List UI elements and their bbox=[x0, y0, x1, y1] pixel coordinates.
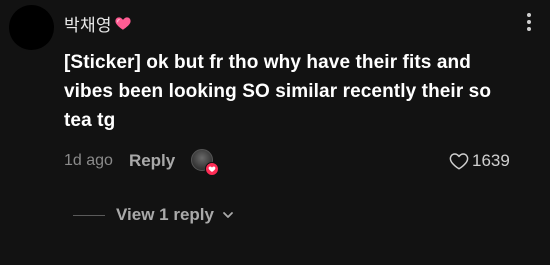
creator-heart-badge-icon bbox=[205, 162, 220, 176]
comment-text: [Sticker] ok but fr tho why have their f… bbox=[64, 52, 492, 131]
like-count: 1639 bbox=[472, 151, 510, 170]
comment-meta: 1d ago Reply bbox=[64, 148, 220, 176]
view-replies-button[interactable]: View 1 reply bbox=[73, 203, 234, 227]
more-dot-icon bbox=[527, 13, 531, 17]
comment-timestamp: 1d ago bbox=[64, 152, 113, 169]
creator-liked-avatar bbox=[191, 149, 220, 176]
reply-button[interactable]: Reply bbox=[129, 151, 175, 171]
more-dot-icon bbox=[527, 27, 531, 31]
username-row: 박채영 bbox=[64, 11, 132, 35]
small-heart-icon bbox=[208, 166, 216, 172]
username[interactable]: 박채영 bbox=[64, 11, 112, 36]
avatar[interactable] bbox=[9, 5, 54, 50]
chevron-down-icon bbox=[223, 212, 233, 218]
pink-heart-icon bbox=[115, 17, 131, 30]
like-button[interactable]: 1639 bbox=[449, 148, 510, 174]
more-dot-icon bbox=[527, 20, 531, 24]
more-options-button[interactable] bbox=[522, 12, 536, 32]
heart-outline-icon bbox=[449, 153, 469, 170]
divider bbox=[73, 214, 105, 216]
view-replies-label: View 1 reply bbox=[116, 205, 214, 224]
